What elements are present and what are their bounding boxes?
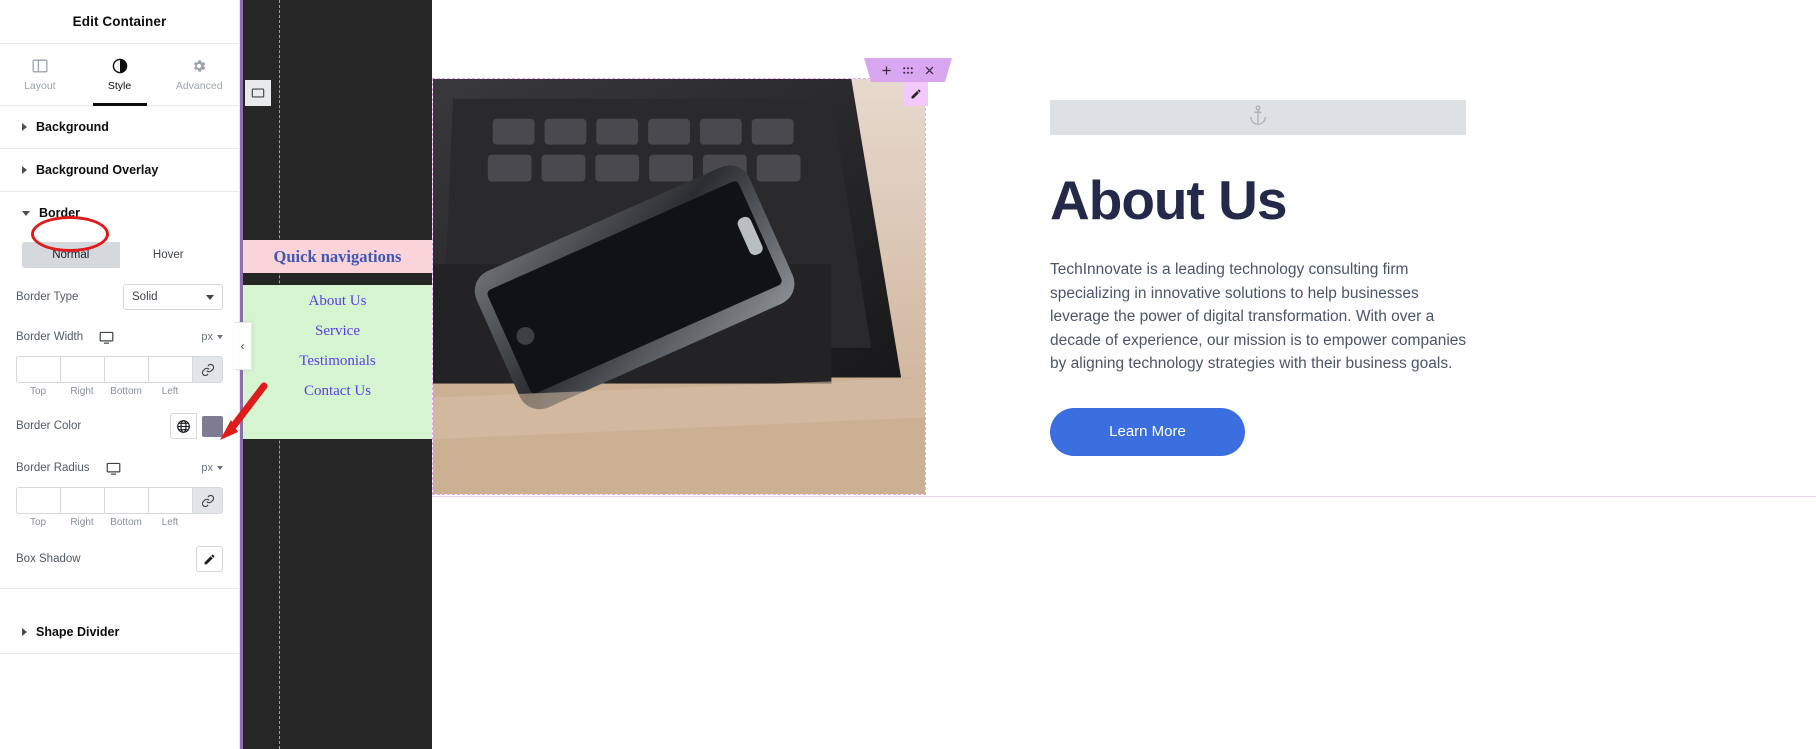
link-chain-icon[interactable] [192,356,223,383]
editor-panel: Edit Container Layout Style Advanced Bac… [0,0,240,749]
image-edit-pencil-icon[interactable] [904,82,928,106]
gear-icon [191,57,207,74]
side-label-left: Left [161,517,179,528]
desktop-icon[interactable] [106,461,121,476]
border-radius-left-input[interactable] [148,487,192,514]
tab-advanced-label: Advanced [175,80,223,92]
section-shape-divider[interactable]: Shape Divider [0,611,239,654]
box-shadow-label: Box Shadow [16,553,81,565]
nav-link-testimonials[interactable]: Testimonials [299,353,375,370]
side-label-top: Top [29,386,47,397]
border-radius-unit[interactable]: px [201,462,223,474]
style-contrast-icon [112,57,128,74]
border-radius-inputs [16,487,223,514]
border-width-unit-label: px [201,331,213,343]
border-state-tabs: Normal Hover [22,242,217,268]
tab-advanced[interactable]: Advanced [159,44,239,105]
chevron-right-icon [22,166,27,174]
side-label-bottom: Bottom [110,517,142,528]
border-color-row: Border Color [16,413,223,439]
border-controls: Normal Hover Border Type Solid Border Wi… [0,228,239,589]
side-label-bottom: Bottom [110,386,142,397]
border-type-select[interactable]: Solid [123,284,223,310]
nav-title-bar[interactable]: Quick navigations [243,240,432,273]
about-section: About Us TechInnovate is a leading techn… [1050,100,1520,456]
section-border-label: Border [39,206,80,220]
section-background[interactable]: Background [0,106,239,149]
border-width-left-input[interactable] [148,356,192,383]
side-label-right: Right [70,517,94,528]
side-label-top: Top [29,517,47,528]
element-toolbar [864,58,952,82]
border-width-top-input[interactable] [16,356,60,383]
border-width-row: Border Width px [16,324,223,350]
border-radius-row: Border Radius px [16,455,223,481]
border-width-bottom-input[interactable] [104,356,148,383]
border-width-side-labels: Top Right Bottom Left [16,386,223,397]
border-color-label: Border Color [16,420,82,432]
border-tab-hover[interactable]: Hover [119,242,217,268]
about-paragraph: TechInnovate is a leading technology con… [1050,261,1467,373]
border-width-right-input[interactable] [60,356,104,383]
section-divider [432,496,1816,497]
tab-style-label: Style [107,80,132,92]
chevron-down-icon [206,294,214,300]
chevron-left-icon[interactable]: ‹ [234,322,252,370]
border-color-swatch[interactable] [202,415,223,437]
pencil-icon[interactable] [196,546,223,572]
box-shadow-row: Box Shadow [16,546,223,572]
side-label-left: Left [161,386,179,397]
drag-handle-icon[interactable] [902,65,914,76]
globe-icon[interactable] [170,413,197,439]
anchor-icon [1247,104,1269,131]
chevron-down-icon [22,210,30,216]
chevron-down-icon [217,466,223,470]
chevron-right-icon [22,123,27,131]
border-width-unit[interactable]: px [201,331,223,343]
chevron-down-icon [217,335,223,339]
tab-style[interactable]: Style [80,44,160,105]
section-shape-divider-label: Shape Divider [36,625,120,639]
nav-link-service[interactable]: Service [315,323,360,340]
close-icon[interactable] [924,65,935,76]
border-radius-side-labels: Top Right Bottom Left [16,517,223,528]
tab-layout[interactable]: Layout [0,44,80,105]
plus-icon[interactable] [881,65,892,76]
anchor-bar[interactable] [1050,100,1466,135]
container-handle-icon[interactable] [245,80,271,106]
section-background-overlay-label: Background Overlay [36,163,159,177]
page-title: Edit Container [72,14,167,29]
about-heading: About Us [1050,169,1287,231]
nav-link-about-us[interactable]: About Us [309,293,367,310]
section-background-label: Background [36,120,109,134]
layout-icon [32,57,48,74]
border-width-label: Border Width [16,331,84,343]
section-background-overlay[interactable]: Background Overlay [0,149,239,192]
hero-image[interactable] [432,78,926,495]
border-width-inputs [16,356,223,383]
border-radius-bottom-input[interactable] [104,487,148,514]
border-radius-top-input[interactable] [16,487,60,514]
section-border[interactable]: Border [0,192,239,228]
border-type-row: Border Type Solid [16,284,223,310]
nav-link-contact-us[interactable]: Contact Us [304,383,371,400]
link-chain-icon[interactable] [192,487,223,514]
border-type-value: Solid [132,291,158,303]
desktop-icon[interactable] [99,330,114,345]
border-radius-right-input[interactable] [60,487,104,514]
border-radius-unit-label: px [201,462,213,474]
nav-title: Quick navigations [273,246,402,266]
learn-more-button[interactable]: Learn More [1050,407,1245,456]
chevron-right-icon [22,628,27,636]
panel-tabs: Layout Style Advanced [0,44,239,106]
editor-canvas: Quick navigations About Us Service Testi… [234,0,1816,749]
side-label-right: Right [70,386,94,397]
border-type-label: Border Type [16,291,79,303]
border-radius-label: Border Radius [16,462,90,474]
tab-layout-label: Layout [24,80,56,92]
nav-links-list: About Us Service Testimonials Contact Us [243,285,432,439]
border-tab-normal[interactable]: Normal [22,242,120,268]
panel-header: Edit Container [0,0,239,44]
